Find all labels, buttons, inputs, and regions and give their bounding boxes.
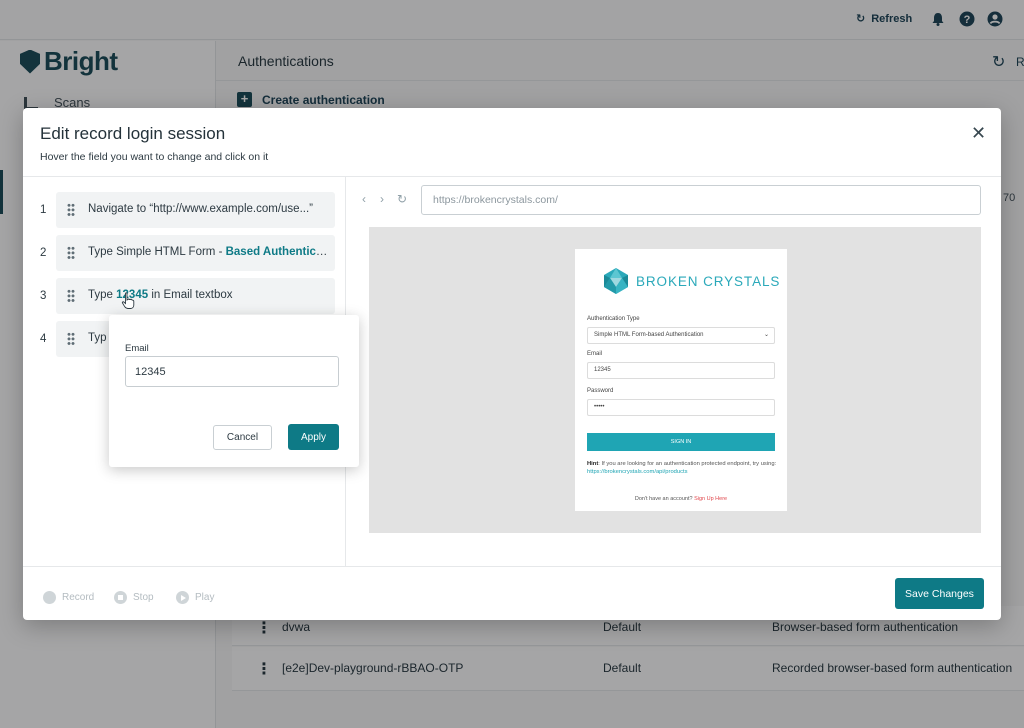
password-field-preview: ••••• (587, 399, 775, 416)
play-button[interactable]: Play (176, 591, 214, 604)
no-account-text: Don't have an account? Sign Up Here (634, 496, 728, 502)
edit-login-session-dialog: Edit record login session Hover the fiel… (23, 108, 1001, 620)
step-number: 3 (40, 290, 47, 302)
step-number: 4 (40, 333, 47, 345)
email-label: Email (125, 343, 149, 354)
divider (23, 176, 1001, 177)
step-text[interactable]: Type Simple HTML Form - Based Authentica… (88, 246, 331, 258)
close-icon[interactable]: ✕ (971, 123, 986, 144)
crystal-icon (604, 268, 628, 294)
editable-field[interactable]: Based Authentica... (226, 246, 331, 258)
step-number: 1 (40, 204, 47, 216)
step-box[interactable]: Navigate to “http://www.example.com/use.… (56, 192, 335, 228)
auth-type-label: Authentication Type (587, 316, 640, 322)
email-field-preview: 12345 (587, 362, 775, 379)
step-item[interactable]: 3 Type 12345 in Email textbox (23, 278, 345, 314)
step-item[interactable]: 2 Type Simple HTML Form - Based Authenti… (23, 235, 345, 271)
record-icon (43, 591, 56, 604)
email-field[interactable] (125, 356, 339, 387)
hint-text: Hint: If you are looking for an authenti… (587, 461, 777, 475)
apply-button[interactable]: Apply (288, 424, 339, 450)
cancel-button[interactable]: Cancel (213, 425, 272, 450)
stop-icon (114, 591, 127, 604)
back-icon[interactable]: ‹ (362, 192, 366, 206)
sign-in-button-preview: SIGN IN (587, 433, 775, 451)
drag-handle-icon[interactable] (67, 203, 75, 217)
broken-crystals-logo: BROKEN CRYSTALS (602, 267, 780, 295)
save-changes-button[interactable]: Save Changes (895, 578, 984, 609)
stop-button[interactable]: Stop (114, 591, 154, 604)
auth-type-select: Simple HTML Form-based Authentication ⌄ (587, 327, 775, 344)
drag-handle-icon[interactable] (67, 246, 75, 260)
step-text[interactable]: Type 12345 in Email textbox (88, 289, 233, 301)
drag-handle-icon[interactable] (67, 332, 75, 346)
password-label: Password (587, 388, 614, 394)
step-text[interactable]: Navigate to “http://www.example.com/use.… (88, 203, 313, 215)
login-card-preview: BROKEN CRYSTALS Authentication Type Simp… (575, 249, 787, 511)
forward-icon[interactable]: › (380, 192, 384, 206)
step-number: 2 (40, 247, 47, 259)
step-item[interactable]: 1 Navigate to “http://www.example.com/us… (23, 192, 345, 228)
step-box[interactable]: Type 12345 in Email textbox (56, 278, 335, 314)
edit-value-popover: Email Cancel Apply (109, 315, 359, 467)
dialog-title: Edit record login session (40, 124, 226, 143)
step-text[interactable]: Typ (88, 332, 107, 344)
url-input[interactable]: https://brokencrystals.com/ (421, 185, 981, 215)
dialog-subtitle: Hover the field you want to change and c… (40, 151, 269, 163)
pointer-hand-icon (121, 292, 135, 309)
reload-icon[interactable]: ↻ (397, 192, 407, 206)
record-button[interactable]: Record (43, 591, 94, 604)
step-box[interactable]: Type Simple HTML Form - Based Authentica… (56, 235, 335, 271)
brand-name: BROKEN CRYSTALS (636, 273, 781, 289)
play-icon (176, 591, 189, 604)
drag-handle-icon[interactable] (67, 289, 75, 303)
divider (23, 566, 1001, 567)
email-label: Email (587, 351, 603, 357)
chevron-down-icon: ⌄ (763, 332, 769, 338)
browser-preview[interactable]: BROKEN CRYSTALS Authentication Type Simp… (369, 227, 981, 533)
